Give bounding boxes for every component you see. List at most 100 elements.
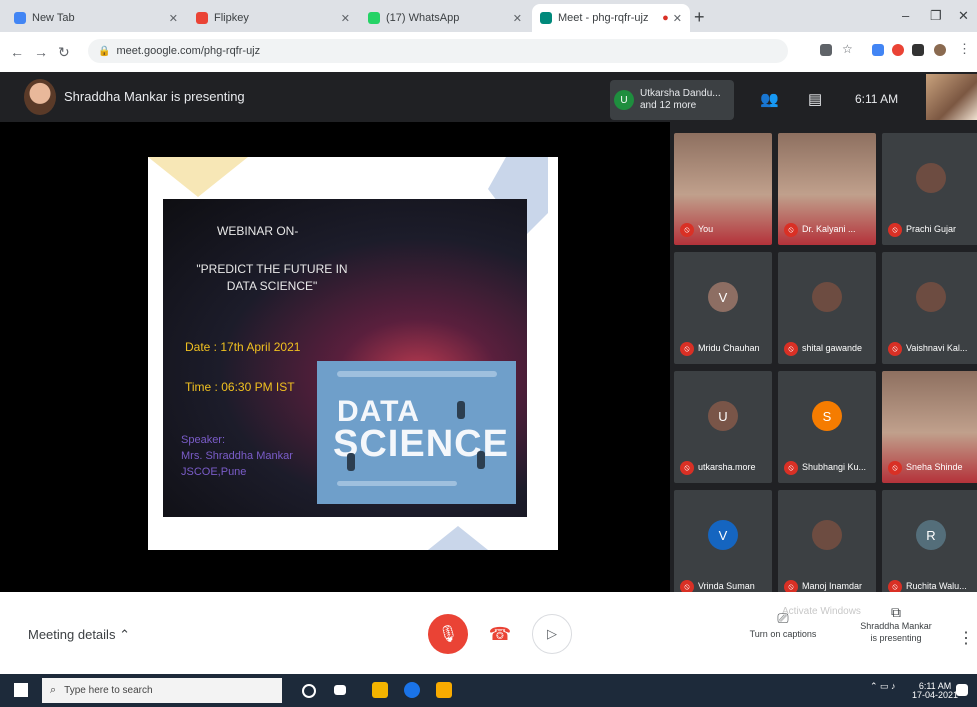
mic-off-icon: ⦸ <box>888 342 902 356</box>
participant-name: Vrinda Suman <box>698 581 755 591</box>
window-close-icon[interactable]: ✕ <box>958 8 969 24</box>
participant-name: Prachi Gujar <box>906 224 957 234</box>
meet-icon <box>540 12 552 24</box>
participant-name: Vaishnavi Kal... <box>906 343 968 353</box>
tab-label: New Tab <box>32 12 75 24</box>
participant-tile[interactable]: R ⦸ Ruchita Walu... <box>882 490 977 602</box>
star-icon[interactable]: ☆ <box>842 42 854 56</box>
taskbar-search-field[interactable]: ⌕ Type here to search <box>42 678 282 703</box>
participant-tile[interactable]: S ⦸ Shubhangi Ku... <box>778 371 876 483</box>
meeting-details-button[interactable]: Meeting details ⌃ <box>28 627 130 643</box>
back-icon[interactable]: ← <box>10 44 24 60</box>
url-field[interactable]: 🔒 meet.google.com/phg-rqfr-ujz <box>88 39 788 63</box>
slide-date: Date : 17th April 2021 <box>185 340 301 354</box>
extension-icon[interactable] <box>892 44 904 56</box>
slide-decoration <box>148 157 248 197</box>
avatar: V <box>708 520 738 550</box>
presenting-label: Shraddha Mankar is presenting <box>64 89 245 104</box>
presenter-status: is presenting <box>870 633 922 643</box>
taskbar-clock[interactable]: 6:11 AM 17-04-2021 <box>912 682 958 700</box>
slide-subtitle: "PREDICT THE FUTURE IN DATA SCIENCE" <box>177 261 367 295</box>
graphic-bar <box>337 481 457 486</box>
new-tab-button[interactable]: + <box>694 7 705 28</box>
participant-tile[interactable]: V ⦸ Mridu Chauhan <box>674 252 772 364</box>
tab-flipkey[interactable]: Flipkey ✕ <box>188 4 358 32</box>
self-view-thumbnail[interactable] <box>926 74 977 120</box>
site-icon <box>196 12 208 24</box>
participant-grid: ⦸ You ⦸ Dr. Kalyani ... ⦸ Prachi Gujar V ⦸ Mridu… <box>674 128 977 602</box>
mic-off-icon: ⦸ <box>784 342 798 356</box>
forward-icon[interactable]: → <box>34 44 48 60</box>
puzzle-icon[interactable] <box>912 44 924 56</box>
participant-tile[interactable]: ⦸ Dr. Kalyani ... <box>778 133 876 245</box>
windows-start-icon[interactable] <box>14 683 28 697</box>
address-bar-row: ← → ↻ 🔒 meet.google.com/phg-rqfr-ujz ☆ ⋮ <box>0 32 977 73</box>
more-options-icon[interactable]: ⋮ <box>958 628 974 648</box>
cortana-icon[interactable] <box>302 684 316 698</box>
avatar <box>916 163 946 193</box>
avatar: S <box>812 401 842 431</box>
participant-tile[interactable]: ⦸ Prachi Gujar <box>882 133 977 245</box>
minimize-icon[interactable]: – <box>902 8 909 23</box>
tab-meet[interactable]: Meet - phg-rqfr-ujz ● ✕ <box>532 4 690 32</box>
meeting-details-label: Meeting details <box>28 627 116 642</box>
tab-label: (17) WhatsApp <box>386 12 460 24</box>
close-icon[interactable]: ✕ <box>169 12 178 25</box>
recording-dot-icon: ● <box>662 12 669 24</box>
tray-icons[interactable]: ⌃ ▭ ♪ <box>870 682 896 691</box>
edge-icon[interactable] <box>404 682 420 698</box>
menu-icon[interactable]: ⋮ <box>958 41 971 56</box>
graphic-bar <box>337 371 497 377</box>
taskbar-date: 17-04-2021 <box>912 690 959 700</box>
tab-whatsapp[interactable]: (17) WhatsApp ✕ <box>360 4 530 32</box>
file-explorer-icon[interactable] <box>436 682 452 698</box>
meet-top-bar: Shraddha Mankar is presenting <box>0 72 977 122</box>
participant-tile[interactable]: V ⦸ Vrinda Suman <box>674 490 772 602</box>
participant-name: Ruchita Walu... <box>906 581 967 591</box>
participant-tile[interactable]: ⦸ Sneha Shinde <box>882 371 977 483</box>
participant-tile[interactable]: ⦸ shital gawande <box>778 252 876 364</box>
reload-icon[interactable]: ↻ <box>58 44 70 61</box>
search-placeholder: Type here to search <box>64 685 153 696</box>
participant-tile[interactable]: U ⦸ utkarsha.more <box>674 371 772 483</box>
avatar <box>812 520 842 550</box>
profile-avatar[interactable] <box>934 44 946 56</box>
avatar <box>916 282 946 312</box>
close-icon[interactable]: ✕ <box>341 12 350 25</box>
maximize-icon[interactable]: ❐ <box>930 8 942 24</box>
participant-tile[interactable]: ⦸ Manoj Inamdar <box>778 490 876 602</box>
slide-subtitle-line1: "PREDICT THE FUTURE IN <box>196 262 348 276</box>
close-icon[interactable]: ✕ <box>673 12 682 25</box>
extension-icon[interactable] <box>872 44 884 56</box>
slide-time: Time : 06:30 PM IST <box>185 380 295 394</box>
participant-name: Manoj Inamdar <box>802 581 863 591</box>
new-tab-icon <box>14 12 26 24</box>
close-icon[interactable]: ✕ <box>513 12 522 25</box>
figure-illustration <box>347 453 355 471</box>
participant-tile[interactable]: ⦸ Vaishnavi Kal... <box>882 252 977 364</box>
mic-toggle-button[interactable]: 🎙 <box>428 614 468 654</box>
speaker-label: Speaker: <box>181 434 226 446</box>
tab-new-tab[interactable]: New Tab ✕ <box>6 4 186 32</box>
presenting-button[interactable]: ⧉ Shraddha Mankar is presenting <box>848 605 944 644</box>
chat-icon[interactable]: ▤ <box>808 90 822 108</box>
camera-icon[interactable] <box>820 44 832 56</box>
captions-button[interactable]: ⎚ Turn on captions <box>738 610 828 639</box>
mic-off-icon: ⦸ <box>888 461 902 475</box>
chrome-icon[interactable] <box>372 682 388 698</box>
people-icon[interactable]: 👥 <box>760 90 779 108</box>
notification-icon[interactable] <box>956 684 968 696</box>
participant-name: Sneha Shinde <box>906 462 963 472</box>
camera-toggle-button[interactable]: ▷ <box>532 614 572 654</box>
others-chip[interactable]: U Utkarsha Dandu... and 12 more <box>610 80 734 120</box>
figure-illustration <box>457 401 465 419</box>
leave-call-button[interactable]: ☎ <box>486 620 514 648</box>
avatar <box>812 282 842 312</box>
participant-tile[interactable]: ⦸ You <box>674 133 772 245</box>
task-view-icon[interactable] <box>334 685 346 695</box>
hang-up-icon: ☎ <box>488 623 512 644</box>
slide-title: WEBINAR ON- <box>217 224 299 238</box>
presenter-name: Shraddha Mankar <box>860 621 932 631</box>
participant-name: Dr. Kalyani ... <box>802 224 856 234</box>
participant-name: shital gawande <box>802 343 863 353</box>
